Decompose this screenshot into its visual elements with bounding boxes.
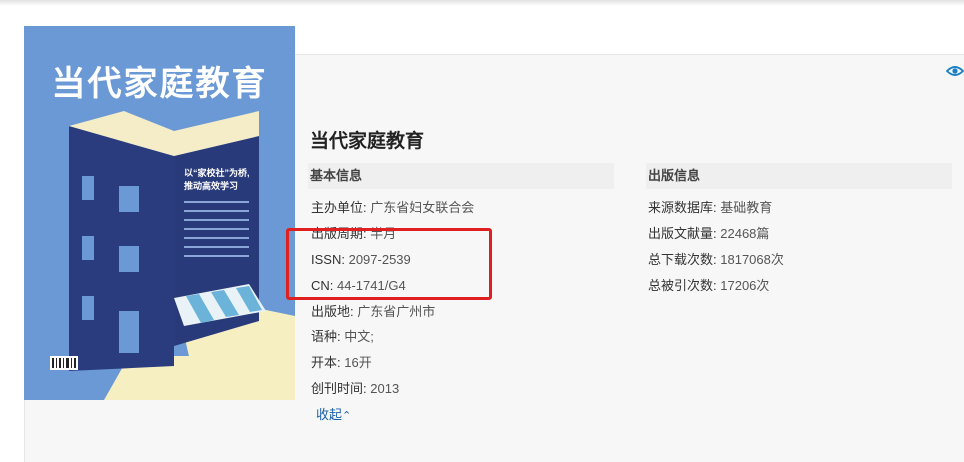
info-label: 出版文献量: (648, 226, 717, 241)
info-value: 16开 (344, 355, 372, 370)
info-label: 出版地: (311, 304, 354, 319)
info-value: 广东省广州市 (357, 304, 436, 319)
info-value: 17206次 (720, 278, 770, 293)
info-place: 出版地: 广东省广州市 (311, 303, 435, 321)
info-value: 基础教育 (720, 200, 773, 215)
chevron-up-icon: ⌃ (342, 410, 352, 422)
eye-icon[interactable] (946, 64, 964, 78)
info-label: 主办单位: (311, 200, 367, 215)
info-label: 总被引次数: (648, 278, 717, 293)
collapse-label: 收起 (316, 407, 343, 422)
info-value: 22468篇 (720, 226, 770, 241)
info-label: 总下载次数: (648, 252, 717, 267)
cover-title: 当代家庭教育 (51, 64, 268, 104)
journal-cover-image: 当代家庭教育 以“家校社”为桥, 推动高效学习 (24, 26, 295, 400)
info-label: 来源数据库: (648, 200, 717, 215)
pub-documents: 出版文献量: 22468篇 (648, 225, 769, 243)
highlight-annotation-box (286, 228, 492, 300)
info-sponsor: 主办单位: 广东省妇女联合会 (311, 199, 474, 217)
info-label: 语种: (311, 329, 341, 344)
pub-downloads: 总下载次数: 1817068次 (648, 251, 784, 269)
info-value: 中文; (344, 329, 374, 344)
pub-citations: 总被引次数: 17206次 (648, 277, 769, 295)
cover-slogan-line1: 以“家校社”为桥, (184, 168, 250, 178)
section-basic-info: 基本信息 (308, 163, 614, 189)
info-value: 2013 (370, 381, 400, 396)
info-founded: 创刊时间: 2013 (311, 380, 399, 398)
info-value: 广东省妇女联合会 (370, 200, 475, 215)
section-publishing-info: 出版信息 (646, 163, 952, 189)
info-value: 1817068次 (720, 252, 784, 267)
journal-title: 当代家庭教育 (310, 131, 425, 152)
collapse-link[interactable]: 收起⌃ (316, 404, 351, 423)
top-shadow (0, 0, 964, 6)
info-format: 开本: 16开 (311, 354, 372, 372)
info-language: 语种: 中文; (311, 328, 374, 346)
info-label: 开本: (311, 355, 341, 370)
info-label: 创刊时间: (311, 381, 367, 396)
cover-slogan-line2: 推动高效学习 (184, 181, 239, 191)
pub-source-db: 来源数据库: 基础教育 (648, 199, 772, 217)
